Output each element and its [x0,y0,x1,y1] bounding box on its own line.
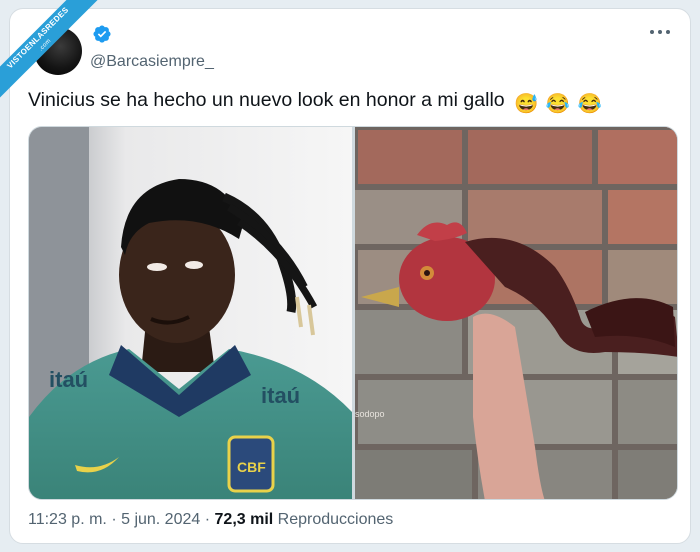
verified-badge-icon [93,25,111,43]
emoji-sweat-smile: 😅 [514,93,539,115]
tweet-time[interactable]: 11:23 p. m. [28,511,107,528]
image-watermark: sodopo [355,409,385,419]
user-handle[interactable]: @Barcasiempre_ [90,53,214,71]
meta-separator: · [111,511,117,528]
emoji-tears-of-joy: 😂 [545,93,571,115]
jersey-text-left: itaú [49,367,88,392]
rooster-illustration: sodopo [312,127,677,499]
avatar[interactable] [34,27,82,75]
meta-separator: · [204,511,211,528]
tweet-date[interactable]: 5 jun. 2024 [121,511,200,528]
media-photo-player[interactable]: CBF itaú itaú [29,127,352,499]
jersey-text-right: itaú [261,383,300,408]
views-count: 72,3 mil [214,511,274,528]
svg-text:CBF: CBF [237,459,266,475]
views-label[interactable]: Reproducciones [278,511,394,528]
emoji-group: 😅 😂 😂 [514,92,604,116]
player-illustration: CBF itaú itaú [29,127,352,499]
media-grid[interactable]: CBF itaú itaú sodopo [28,126,678,500]
tweet-text-body: Vinicius se ha hecho un nuevo look en ho… [28,89,505,111]
tweet-text: Vinicius se ha hecho un nuevo look en ho… [28,89,604,116]
media-photo-rooster[interactable]: sodopo [312,127,677,499]
tweet-meta: 11:23 p. m. · 5 jun. 2024 · 72,3 mil Rep… [28,511,393,529]
tweet-card: @Barcasiempre_ Vinicius se ha hecho un n… [9,8,691,544]
more-options-icon[interactable] [648,27,672,37]
emoji-tears-of-joy: 😂 [577,93,602,115]
